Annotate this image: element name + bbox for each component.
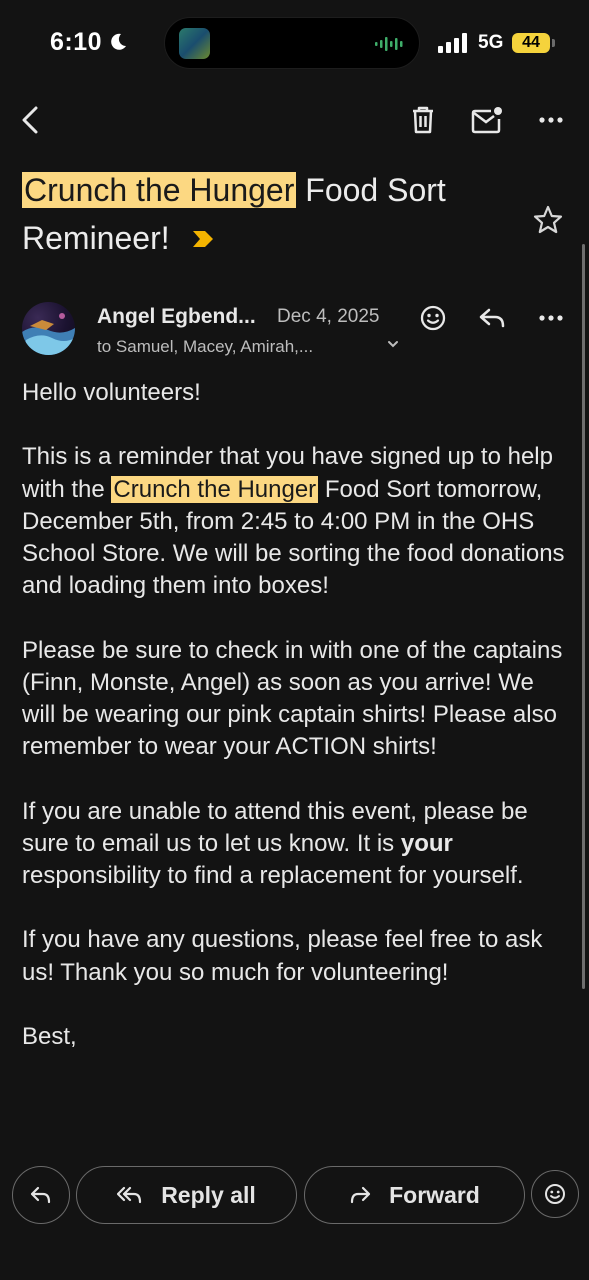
message-more-button[interactable] — [531, 298, 571, 338]
back-arrow-icon — [22, 106, 38, 134]
moon-icon — [108, 32, 128, 57]
forward-icon — [351, 1186, 371, 1204]
body-text: responsibility to find a replacement for… — [22, 862, 524, 889]
audio-wave-icon — [375, 36, 405, 57]
greeting: Hello volunteers! — [22, 379, 201, 406]
reply-button-header[interactable] — [472, 298, 512, 338]
mark-unread-button[interactable] — [467, 100, 507, 140]
reply-icon — [30, 1186, 51, 1204]
bottom-action-bar: Reply all Forward — [0, 1162, 589, 1280]
chevron-down-icon[interactable] — [386, 337, 400, 356]
star-icon — [533, 205, 563, 234]
mark-unread-icon — [471, 107, 502, 134]
reply-all-button[interactable]: Reply all — [76, 1166, 297, 1224]
scrollbar[interactable] — [582, 244, 585, 989]
body-paragraph-4: If you have any questions, please feel f… — [22, 926, 543, 986]
importance-marker-icon[interactable] — [191, 214, 215, 262]
more-horizontal-icon — [539, 117, 563, 123]
email-subject: Crunch the Hunger Food Sort Remineer! — [22, 166, 522, 262]
sender-avatar[interactable] — [22, 302, 75, 355]
status-time: 6:10 — [50, 28, 103, 56]
cellular-signal-icon — [438, 33, 468, 58]
emoji-icon — [545, 1184, 565, 1204]
react-emoji-button[interactable] — [413, 298, 453, 338]
reply-button[interactable] — [12, 1166, 70, 1224]
recipients-summary[interactable]: to Samuel, Macey, Amirah,... — [97, 337, 313, 357]
body-bold: your — [400, 829, 453, 857]
trash-icon — [413, 106, 433, 134]
sender-name[interactable]: Angel Egbend... — [97, 305, 256, 329]
forward-button[interactable]: Forward — [304, 1166, 525, 1224]
emoji-reaction-button[interactable] — [531, 1170, 579, 1218]
email-body: Hello volunteers! This is a reminder tha… — [22, 377, 567, 1085]
subject-text-line2: Remineer! — [22, 220, 170, 256]
more-horizontal-icon — [539, 315, 563, 321]
reply-all-icon — [117, 1186, 142, 1204]
body-highlight: Crunch the Hunger — [111, 475, 319, 503]
more-options-button[interactable] — [531, 100, 571, 140]
status-bar: 6:10 5G 44 — [0, 0, 589, 88]
forward-label: Forward — [389, 1181, 480, 1208]
email-date: Dec 4, 2025 — [277, 306, 380, 327]
subject-highlight: Crunch the Hunger — [22, 172, 297, 208]
signoff: Best, — [22, 1022, 77, 1050]
body-paragraph-1: This is a reminder that you have signed … — [22, 441, 567, 602]
back-button[interactable] — [10, 100, 50, 140]
subject-text: Food Sort — [296, 172, 446, 208]
body-paragraph-2: Please be sure to check in with one of t… — [22, 636, 563, 761]
emoji-icon — [420, 305, 446, 331]
battery-icon — [552, 39, 555, 47]
battery-level: 44 — [512, 33, 550, 53]
now-playing-artwork — [179, 28, 210, 59]
body-paragraph-3: If you are unable to attend this event, … — [22, 796, 567, 893]
star-button[interactable] — [528, 200, 568, 240]
reply-icon — [479, 308, 505, 328]
delete-button[interactable] — [403, 100, 443, 140]
reply-all-label: Reply all — [161, 1181, 256, 1208]
network-type: 5G — [478, 32, 504, 53]
dynamic-island — [164, 17, 420, 69]
